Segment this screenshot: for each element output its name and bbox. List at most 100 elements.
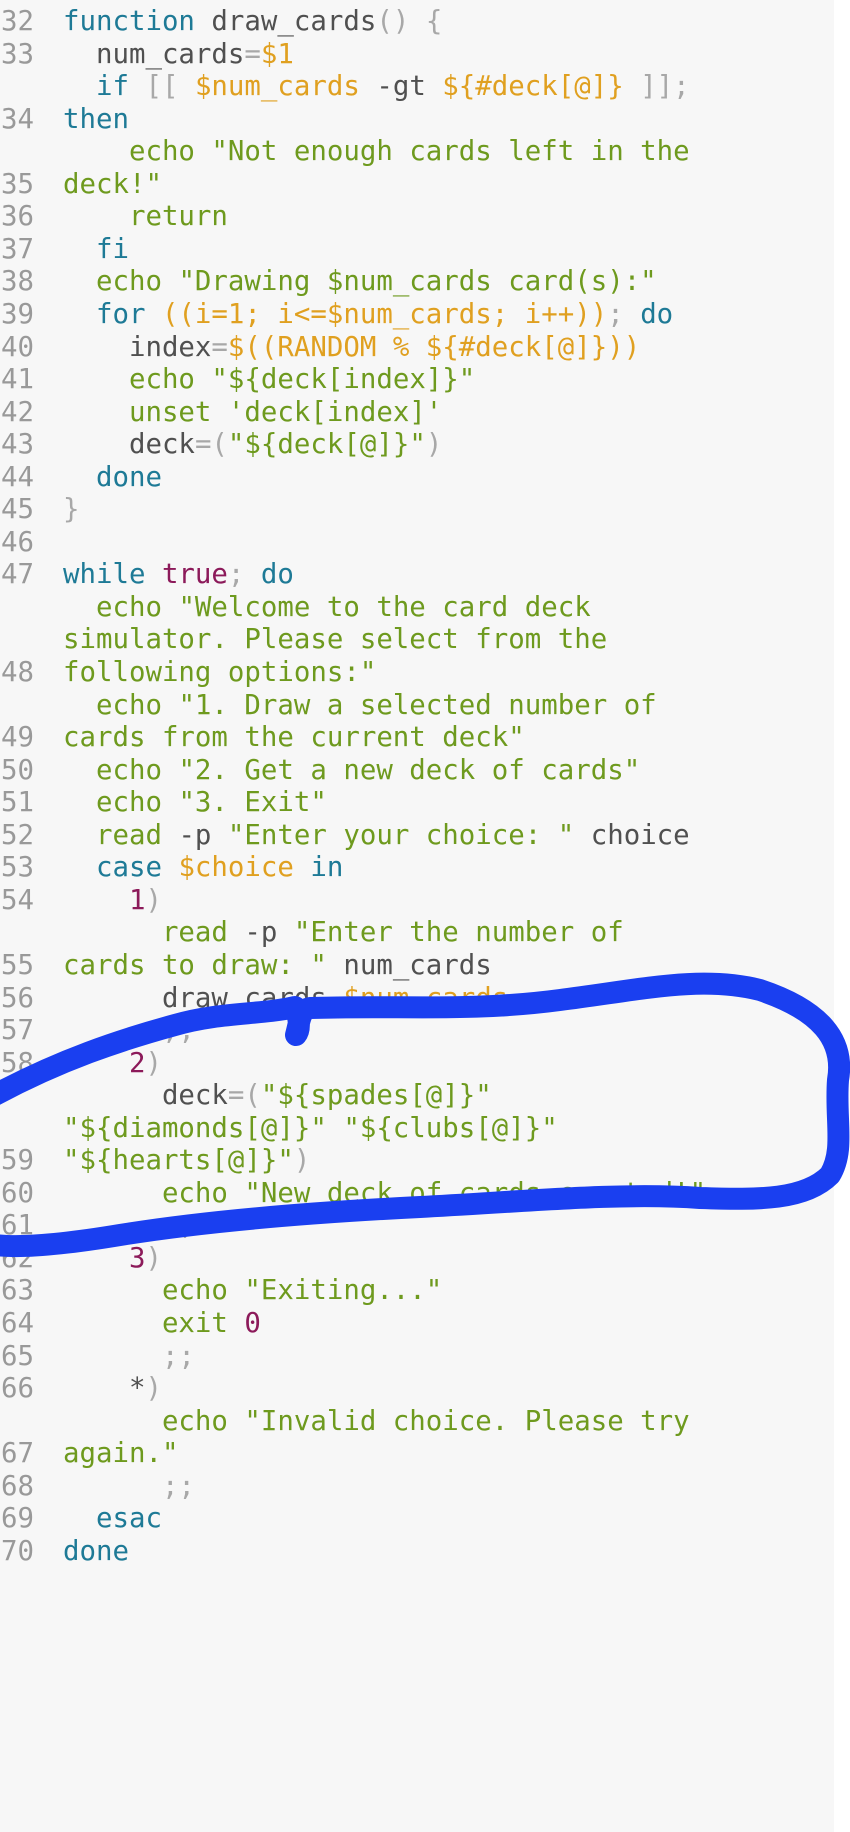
code-line[interactable]: 54 1)	[0, 885, 834, 918]
command-token: exit	[63, 1308, 228, 1339]
code-line[interactable]: 45}	[0, 494, 834, 527]
code-line[interactable]: 46	[0, 527, 834, 560]
line-number: 33	[1, 38, 34, 70]
code-line[interactable]: 63 echo "Exiting..."	[0, 1275, 834, 1308]
code-line[interactable]: 37 fi	[0, 234, 834, 267]
code-line[interactable]: 43 deck=("${deck[@]}")	[0, 429, 834, 462]
line-number: 34	[1, 103, 34, 135]
line-number: 45	[1, 494, 34, 526]
code-line[interactable]: echo "1. Draw a selected number of	[0, 690, 834, 723]
code-line[interactable]: 53 case $choice in	[0, 852, 834, 885]
code-text: deck=("${spades[@]}"	[63, 1080, 492, 1113]
code-text: ;;	[63, 1471, 195, 1504]
code-line[interactable]: read -p "Enter the number of	[0, 917, 834, 950]
string-token: "Invalid choice. Please try	[227, 1405, 690, 1437]
code-line[interactable]: 59 "${hearts[@]}")	[0, 1145, 834, 1178]
code-line[interactable]: simulator. Please select from the	[0, 624, 834, 657]
code-text: function draw_cards() {	[63, 6, 442, 39]
code-text: while true; do	[63, 559, 294, 592]
line-number: 69	[1, 1503, 34, 1535]
code-line[interactable]: 42 unset 'deck[index]'	[0, 397, 834, 430]
code-line[interactable]: 58 2)	[0, 1048, 834, 1081]
code-line[interactable]: 67 again."	[0, 1438, 834, 1471]
number-token: 0	[227, 1308, 261, 1339]
code-line[interactable]: 40 index=$((RANDOM % ${#deck[@]}))	[0, 332, 834, 365]
command-token: read	[63, 917, 228, 949]
code-line[interactable]: 66 *)	[0, 1373, 834, 1406]
code-line[interactable]: 56 draw_cards $num_cards	[0, 983, 834, 1016]
code-text: case $choice in	[63, 852, 343, 885]
line-number: 59	[1, 1145, 34, 1177]
code-line[interactable]: 48 following options:"	[0, 657, 834, 690]
code-text: deck!"	[63, 169, 162, 202]
variable-token: $choice	[161, 852, 294, 884]
code-text: if [[ $num_cards -gt ${#deck[@]} ]];	[63, 71, 690, 104]
code-text: read -p "Enter the number of	[63, 917, 624, 950]
code-line[interactable]: echo "Welcome to the card deck	[0, 592, 834, 625]
code-line[interactable]: 55 cards to draw: " num_cards	[0, 950, 834, 983]
text-token: draw_cards	[63, 982, 344, 1014]
code-line[interactable]: 32 function draw_cards() {	[0, 6, 834, 39]
keyword-token: then	[63, 103, 129, 135]
line-number: 35	[1, 168, 34, 200]
code-line[interactable]: 41 echo "${deck[index]}"	[0, 364, 834, 397]
code-line[interactable]: 60 echo "New deck of cards created!"	[0, 1178, 834, 1211]
string-token: "Drawing $num_cards card(s):"	[161, 266, 657, 298]
code-text: echo "Drawing $num_cards card(s):"	[63, 266, 657, 299]
variable-token: $((RANDOM % ${#deck[@]}))	[227, 331, 641, 363]
code-line[interactable]: echo "Not enough cards left in the	[0, 136, 834, 169]
code-line[interactable]: 49 cards from the current deck"	[0, 722, 834, 755]
code-line[interactable]: 33 num_cards=$1	[0, 39, 834, 72]
code-line[interactable]: 68 ;;	[0, 1471, 834, 1504]
code-line[interactable]: 64 exit 0	[0, 1308, 834, 1341]
punctuation-token: }	[63, 494, 80, 526]
code-line[interactable]: 65 ;;	[0, 1341, 834, 1374]
code-line[interactable]: 44 done	[0, 462, 834, 495]
code-line[interactable]: 38 echo "Drawing $num_cards card(s):"	[0, 266, 834, 299]
code-text: 3)	[63, 1243, 162, 1276]
code-text: ;;	[63, 1341, 195, 1374]
code-line[interactable]: echo "Invalid choice. Please try	[0, 1406, 834, 1439]
code-line[interactable]: 50 echo "2. Get a new deck of cards"	[0, 755, 834, 788]
code-line[interactable]: 39 for ((i=1; i<=$num_cards; i++)); do	[0, 299, 834, 332]
code-line[interactable]: 35 deck!"	[0, 169, 834, 202]
number-token: 3	[63, 1242, 146, 1274]
code-line[interactable]: 34 then	[0, 104, 834, 137]
code-line[interactable]: 57 ;;	[0, 1015, 834, 1048]
code-line[interactable]: "${diamonds[@]}" "${clubs[@]}"	[0, 1113, 834, 1146]
code-editor[interactable]: 32 function draw_cards() {33 num_cards=$1…	[0, 0, 834, 1832]
punctuation-token: =(	[194, 429, 228, 461]
code-text: cards from the current deck"	[63, 722, 525, 755]
code-text: ;;	[63, 1210, 195, 1243]
code-line[interactable]: if [[ $num_cards -gt ${#deck[@]} ]];	[0, 71, 834, 104]
text-token: num_cards	[63, 38, 245, 70]
string-token: following options:"	[63, 657, 377, 688]
code-line[interactable]: 61 ;;	[0, 1210, 834, 1243]
keyword-token: done	[63, 461, 162, 493]
line-number: 52	[1, 819, 34, 851]
string-token: "New deck of cards created!"	[227, 1177, 707, 1209]
keyword-token: done	[63, 1535, 129, 1567]
code-line[interactable]: deck=("${spades[@]}"	[0, 1080, 834, 1113]
command-token: echo	[63, 1275, 228, 1307]
code-text: num_cards=$1	[63, 39, 294, 72]
code-line[interactable]: 51 echo "3. Exit"	[0, 787, 834, 820]
code-line[interactable]: 62 3)	[0, 1243, 834, 1276]
code-text: simulator. Please select from the	[63, 624, 607, 657]
punctuation-token: ;	[607, 298, 624, 330]
line-number: 49	[1, 722, 34, 754]
code-line[interactable]: 52 read -p "Enter your choice: " choice	[0, 820, 834, 853]
line-number: 41	[1, 364, 34, 396]
code-line[interactable]: 69 esac	[0, 1503, 834, 1536]
code-text: ;;	[63, 1015, 195, 1048]
code-line[interactable]: 70 done	[0, 1536, 834, 1569]
line-number: 61	[1, 1210, 34, 1242]
code-line[interactable]: 47 while true; do	[0, 559, 834, 592]
code-text: index=$((RANDOM % ${#deck[@]}))	[63, 332, 640, 365]
punctuation-token: )	[425, 429, 443, 461]
line-number: 47	[1, 559, 34, 591]
punctuation-token: =	[244, 38, 261, 70]
code-line[interactable]: 36 return	[0, 201, 834, 234]
line-number: 51	[1, 787, 34, 819]
command-token: echo	[63, 1177, 228, 1209]
